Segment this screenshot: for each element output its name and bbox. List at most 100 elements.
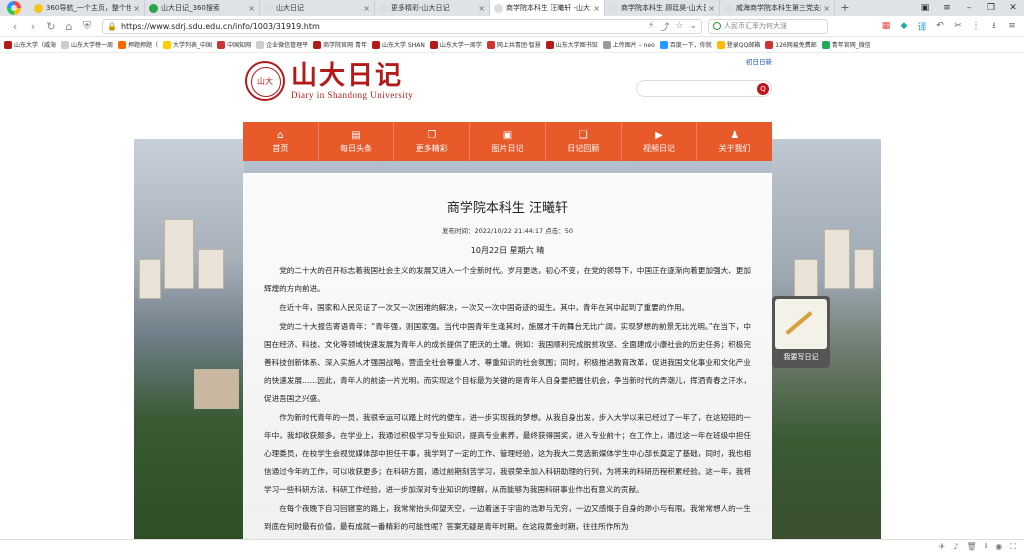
bookmark-item[interactable]: 青年官网_微信 <box>821 40 871 49</box>
star-icon[interactable]: ☆ <box>675 21 683 31</box>
article-paragraph: 党的二十大的召开标志着我国社会主义的发展又进入一个全新时代。岁月更迭，初心不变，… <box>264 266 751 293</box>
article-body: 党的二十大的召开标志着我国社会主义的发展又进入一个全新时代。岁月更迭，初心不变，… <box>264 262 751 537</box>
more-icon[interactable]: ⋮ <box>970 20 982 32</box>
close-window-icon[interactable]: ✕ <box>1002 0 1024 16</box>
article-paragraph: 在近十年，国家和人民见证了一次又一次困难的解决，一次又一次中国奇迹的诞生。其中，… <box>279 303 690 312</box>
university-seal-icon: 山大 <box>245 61 285 101</box>
undo-icon[interactable]: ↶ <box>934 20 946 32</box>
bookmark-item[interactable]: 登录QQ邮箱 <box>716 40 760 49</box>
accelerator-icon[interactable]: ✈ <box>939 542 946 551</box>
notepad-pencil-icon <box>775 299 827 349</box>
bookmark-item[interactable]: 企业微信管理平 <box>256 40 308 49</box>
menu-icon[interactable]: ≡ <box>936 0 958 16</box>
bookmark-item[interactable]: 山东大学（威海 <box>4 40 56 49</box>
bookmark-item[interactable]: 押题押题（ <box>118 40 158 49</box>
window-controls: ▣ ≡ – ❐ ✕ <box>914 0 1024 16</box>
menu-item-about[interactable]: ♟ 关于我们 <box>697 122 772 161</box>
article-date: 10月22日 星期六 晴 <box>470 246 545 255</box>
book-icon: ❐ <box>427 129 437 141</box>
site-search-input[interactable]: Q <box>636 80 772 97</box>
tab-close-icon[interactable]: × <box>823 4 830 13</box>
menu-item-review[interactable]: ❑ 日记回顾 <box>546 122 622 161</box>
forward-icon[interactable]: › <box>24 20 42 33</box>
tab-close-icon[interactable]: × <box>133 4 140 13</box>
bookmark-item[interactable]: 山东大学榜一周 <box>61 40 113 49</box>
translate-icon[interactable]: 译 <box>916 20 928 33</box>
tab-6[interactable]: 威海商学院本科生第三党支部入× <box>720 0 835 16</box>
bookmark-item[interactable]: 126网易免费邮 <box>765 40 817 49</box>
download-icon[interactable]: ⭳ <box>988 20 1000 32</box>
home-icon: ⌂ <box>277 129 284 141</box>
fullscreen-icon[interactable]: ⛶ <box>1010 542 1016 552</box>
toolbar-extensions: ▦ ◆ 译 ↶ ✂ ⋮ ⭳ ≡ <box>880 20 1018 33</box>
overflow-icon[interactable]: ≡ <box>1006 20 1018 32</box>
screenshot-icon[interactable]: ✂ <box>952 20 964 32</box>
menu-item-video-diary[interactable]: ▶ 视频日记 <box>622 122 698 161</box>
site-title-cn: 山大日记 <box>291 61 404 91</box>
tab-close-icon[interactable]: × <box>478 4 485 13</box>
tab-close-icon[interactable]: × <box>708 4 715 13</box>
menu-item-headlines[interactable]: ▤ 每日头条 <box>319 122 395 161</box>
bookmark-item[interactable]: 山东大学 SHAN <box>372 40 425 49</box>
tab-5[interactable]: 商学院本科生 顾廷昊-山大日记× <box>605 0 720 16</box>
bookmark-item[interactable]: 中国知网 <box>217 40 251 49</box>
bookmarks-bar: 山东大学（威海 山东大学榜一周 押题押题（ 大学列表_中国 中国知网 企业微信管… <box>0 37 1024 53</box>
write-diary-button[interactable]: 我要写日记 <box>772 296 830 368</box>
security-shield-icon[interactable]: ⛨ <box>78 19 96 33</box>
zoom-icon[interactable]: ◉ <box>995 542 1002 551</box>
restore-icon[interactable]: ❐ <box>980 0 1002 16</box>
browser-search-box[interactable]: 人民币汇率为何大涨 <box>708 18 828 34</box>
tab-close-icon[interactable]: × <box>248 4 255 13</box>
reload-icon[interactable]: ↻ <box>42 20 60 33</box>
bookmark-item[interactable]: 商学院官网 青年 <box>313 40 367 49</box>
tab-favicon-icon <box>379 3 388 13</box>
menu-item-photo-diary[interactable]: ▣ 图片日记 <box>470 122 546 161</box>
menu-item-more[interactable]: ❐ 更多精彩 <box>394 122 471 161</box>
home-icon[interactable]: ⌂ <box>60 20 78 33</box>
tab-0[interactable]: 360导航_一个主页，整个世界 × <box>30 0 145 16</box>
share-icon[interactable]: ⤴ <box>660 20 669 33</box>
minimize-icon[interactable]: – <box>958 0 980 16</box>
lightning-icon[interactable]: ⚡ <box>648 21 654 31</box>
tab-favicon-icon <box>264 3 273 13</box>
extension-icon[interactable]: ◆ <box>898 20 910 32</box>
apps-icon[interactable]: ▦ <box>880 20 892 32</box>
browser-nav-bar: ‹ › ↻ ⌂ ⛨ 🔒 https://www.sdrj.sdu.edu.cn/… <box>0 16 1024 37</box>
building-shape <box>198 249 224 289</box>
address-bar[interactable]: 🔒 https://www.sdrj.sdu.edu.cn/info/1003/… <box>102 18 702 34</box>
tab-favicon-icon <box>724 3 733 13</box>
building-shape <box>824 229 850 289</box>
back-icon[interactable]: ‹ <box>6 20 24 33</box>
download-status-icon[interactable]: ⭳ <box>985 540 988 553</box>
tab-3[interactable]: 更多精彩-山大日记 × <box>375 0 490 16</box>
tab-favicon-icon <box>494 3 503 13</box>
bookmark-item[interactable]: 山东大学一周学 <box>429 40 482 49</box>
bookmark-item[interactable]: 百度一下，你就 <box>659 40 712 49</box>
skin-icon[interactable]: ▣ <box>914 0 936 16</box>
building-shape <box>794 259 818 299</box>
speaker-icon[interactable]: ♪ <box>953 542 958 551</box>
bookmark-item[interactable]: 上传图片 – neo <box>602 40 655 49</box>
dropdown-icon[interactable]: ⌄ <box>689 21 697 31</box>
login-link[interactable]: 初日日新 <box>746 56 772 66</box>
new-tab-icon[interactable]: + <box>835 0 855 16</box>
browser-logo-icon[interactable] <box>0 0 30 16</box>
building-shape <box>139 259 161 299</box>
tab-favicon-icon <box>609 3 618 13</box>
tab-close-icon[interactable]: × <box>363 4 370 13</box>
copy-icon: ❑ <box>578 129 588 141</box>
menu-item-home[interactable]: ⌂ 首页 <box>243 122 319 161</box>
tab-close-icon[interactable]: × <box>593 4 600 13</box>
bookmark-item[interactable]: 山东大学图书馆 <box>545 40 598 49</box>
site-logo[interactable]: 山大 山大日记 Diary in Shandong University <box>245 61 413 101</box>
search-icon[interactable]: Q <box>757 83 769 95</box>
campus-left-scene <box>134 139 244 539</box>
tab-4-active[interactable]: 商学院本科生 汪曦轩 -山大日记× <box>490 0 605 16</box>
tab-1[interactable]: 山大日记_360搜索 × <box>145 0 260 16</box>
bookmark-item[interactable]: 网上共青团·智慧 <box>486 40 541 49</box>
bookmark-item[interactable]: 大学列表_中国 <box>163 40 212 49</box>
tab-2[interactable]: 山大日记 × <box>260 0 375 16</box>
url-text[interactable]: https://www.sdrj.sdu.edu.cn/info/1003/31… <box>121 22 642 31</box>
tab-favicon-icon <box>149 3 158 13</box>
clean-icon[interactable]: 🗑 <box>966 542 976 551</box>
